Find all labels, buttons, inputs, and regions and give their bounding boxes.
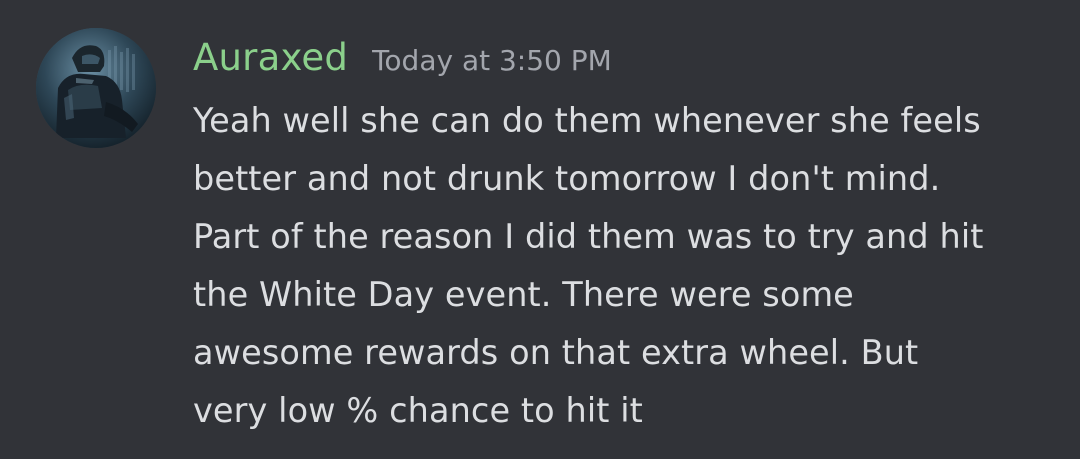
- message-content: Auraxed Today at 3:50 PM Yeah well she c…: [193, 36, 1053, 440]
- chat-message: Auraxed Today at 3:50 PM Yeah well she c…: [0, 0, 1080, 459]
- username[interactable]: Auraxed: [193, 36, 348, 79]
- user-avatar[interactable]: [36, 28, 156, 148]
- armored-soldier-avatar-icon: [36, 28, 156, 148]
- timestamp: Today at 3:50 PM: [372, 44, 612, 77]
- message-body: Yeah well she can do them whenever she f…: [193, 101, 984, 430]
- message-header: Auraxed Today at 3:50 PM: [193, 36, 1053, 86]
